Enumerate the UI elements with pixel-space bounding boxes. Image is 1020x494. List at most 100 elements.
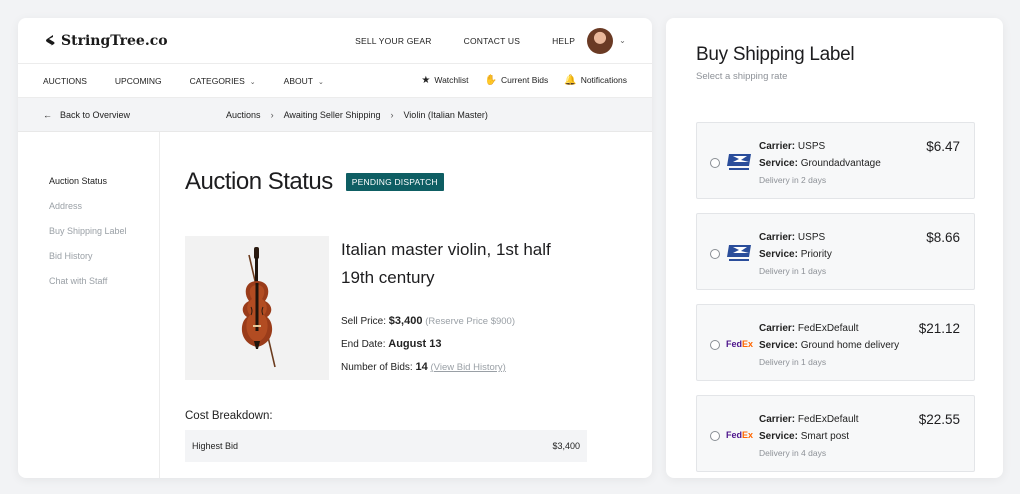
logo-text: StringTree.co: [61, 32, 168, 49]
star-icon: ★: [421, 75, 431, 86]
product-summary: Italian master violin, 1st half 19th cen…: [185, 236, 652, 380]
rate-price: $21.12: [918, 321, 960, 336]
help-link[interactable]: HELP: [552, 36, 575, 46]
shipping-subtitle: Select a shipping rate: [696, 71, 788, 82]
service-label: Service:: [759, 431, 798, 442]
sell-your-gear-link[interactable]: SELL YOUR GEAR: [355, 36, 432, 46]
service-value: Ground home delivery: [800, 340, 900, 351]
service-label: Service:: [759, 158, 798, 169]
breadcrumb-auctions[interactable]: Auctions: [226, 110, 261, 120]
sidebar-item-buy-shipping-label[interactable]: Buy Shipping Label: [49, 226, 159, 236]
delivery-estimate: Delivery in 1 days: [759, 357, 827, 367]
status-badge: PENDING DISPATCH: [345, 173, 444, 191]
carrier-label: Carrier:: [759, 414, 796, 425]
main-nav: AUCTIONS UPCOMING CATEGORIES ⌄ ABOUT ⌄ ★ Wa…: [18, 64, 652, 98]
service-value: Smart post: [800, 431, 850, 442]
nav-upcoming[interactable]: UPCOMING: [115, 76, 162, 86]
arrow-left-icon: ←: [43, 109, 52, 120]
sidebar: Auction Status Address Buy Shipping Labe…: [18, 132, 160, 478]
delivery-estimate: Delivery in 2 days: [759, 175, 827, 185]
hand-icon: ✋: [484, 75, 497, 86]
rate-radio[interactable]: [710, 431, 720, 441]
breadcrumb-separator-icon: ›: [270, 109, 274, 120]
cost-row: Highest Bid $3,400: [185, 430, 587, 462]
sidebar-item-auction-status[interactable]: Auction Status: [49, 176, 159, 186]
rate-radio[interactable]: [710, 158, 720, 168]
reserve-price: (Reserve Price $900): [425, 316, 515, 327]
bids-label: Number of Bids:: [341, 362, 413, 373]
product-image: [185, 236, 329, 380]
service-label: Service:: [759, 340, 798, 351]
bids-value: 14: [415, 361, 428, 373]
avatar[interactable]: [587, 27, 614, 54]
nav-watchlist[interactable]: ★ Watchlist: [421, 75, 468, 86]
back-label: Back to Overview: [60, 109, 131, 120]
carrier-value: USPS: [797, 141, 826, 152]
shipping-rate-option[interactable]: FedEx Carrier: FedExDefault Service: Gro…: [696, 304, 975, 381]
main-content: Auction Status PENDING DISPATCH Italian …: [160, 132, 652, 478]
breadcrumb: Auctions › Awaiting Seller Shipping › Vi…: [226, 110, 488, 120]
page-title: Auction Status: [185, 168, 333, 195]
shipping-rate-option[interactable]: Carrier: USPS Service: Priority Delivery…: [696, 213, 975, 290]
nav-notifications[interactable]: 🔔 Notifications: [564, 75, 627, 86]
cost-row-label: Highest Bid: [192, 441, 239, 451]
product-meta: Sell Price: $3,400 (Reserve Price $900) …: [341, 310, 571, 379]
top-header: StringTree.co SELL YOUR GEAR CONTACT US …: [18, 18, 652, 64]
logo-mark-icon: [46, 34, 55, 47]
service-value: Priority: [800, 249, 832, 260]
end-date-label: End Date:: [341, 339, 386, 350]
sidebar-item-bid-history[interactable]: Bid History: [49, 251, 159, 261]
bids-row: Number of Bids: 14 (View Bid History): [341, 356, 571, 379]
breadcrumb-awaiting-shipping[interactable]: Awaiting Seller Shipping: [284, 110, 381, 120]
fedex-logo-icon: FedEx: [726, 339, 754, 349]
sell-price-value: $3,400: [388, 315, 423, 327]
rate-price: $8.66: [926, 230, 960, 245]
violin-image: [241, 247, 276, 368]
nav-current-bids[interactable]: ✋ Current Bids: [485, 75, 549, 86]
nav-categories[interactable]: CATEGORIES ⌄: [190, 76, 256, 86]
delivery-estimate: Delivery in 1 days: [759, 266, 827, 276]
auction-card: StringTree.co SELL YOUR GEAR CONTACT US …: [18, 18, 652, 478]
cost-breakdown-title: Cost Breakdown:: [185, 410, 273, 422]
rate-radio[interactable]: [710, 249, 720, 259]
carrier-label: Carrier:: [759, 323, 796, 334]
shipping-rate-option[interactable]: Carrier: USPS Service: Groundadvantage D…: [696, 122, 975, 199]
service-value: Groundadvantage: [800, 158, 881, 169]
shipping-label-card: Buy Shipping Label Select a shipping rat…: [666, 18, 1003, 478]
breadcrumb-current: Violin (Italian Master): [403, 109, 488, 120]
logo[interactable]: StringTree.co: [44, 33, 168, 49]
nav-auctions[interactable]: AUCTIONS: [43, 76, 87, 86]
carrier-label: Carrier:: [759, 141, 796, 152]
sidebar-item-chat-with-staff[interactable]: Chat with Staff: [49, 276, 159, 286]
bell-icon: 🔔: [564, 75, 577, 86]
end-date-row: End Date: August 13: [341, 333, 571, 356]
service-label: Service:: [759, 249, 798, 260]
shipping-title: Buy Shipping Label: [696, 44, 855, 65]
chevron-down-icon: ⌄: [249, 78, 256, 86]
shipping-rates: Carrier: USPS Service: Groundadvantage D…: [696, 122, 975, 472]
chevron-down-icon[interactable]: ⌄: [619, 36, 626, 45]
carrier-value: FedExDefault: [797, 323, 859, 334]
sell-price-label: Sell Price:: [341, 316, 387, 327]
carrier-value: FedExDefault: [797, 414, 859, 425]
view-bid-history-link[interactable]: (View Bid History): [431, 362, 506, 373]
rate-price: $22.55: [918, 412, 960, 427]
back-to-overview-link[interactable]: ← Back to Overview: [43, 110, 130, 120]
rate-radio[interactable]: [710, 340, 720, 350]
carrier-value: USPS: [797, 232, 826, 243]
contact-us-link[interactable]: CONTACT US: [464, 36, 520, 46]
top-links: SELL YOUR GEAR CONTACT US HELP ⌄: [355, 27, 626, 54]
usps-logo-icon: [727, 245, 751, 261]
end-date-value: August 13: [388, 338, 442, 350]
sidebar-item-address[interactable]: Address: [49, 201, 159, 211]
fedex-logo-icon: FedEx: [726, 430, 754, 440]
delivery-estimate: Delivery in 4 days: [759, 448, 827, 458]
carrier-label: Carrier:: [759, 232, 796, 243]
nav-about[interactable]: ABOUT ⌄: [284, 76, 324, 86]
breadcrumb-bar: ← Back to Overview Auctions › Awaiting S…: [18, 98, 652, 132]
cost-row-value: $3,400: [552, 441, 580, 451]
shipping-rate-option[interactable]: FedEx Carrier: FedExDefault Service: Sma…: [696, 395, 975, 472]
sell-price-row: Sell Price: $3,400 (Reserve Price $900): [341, 310, 571, 333]
usps-logo-icon: [727, 154, 751, 170]
chevron-down-icon: ⌄: [317, 78, 324, 86]
